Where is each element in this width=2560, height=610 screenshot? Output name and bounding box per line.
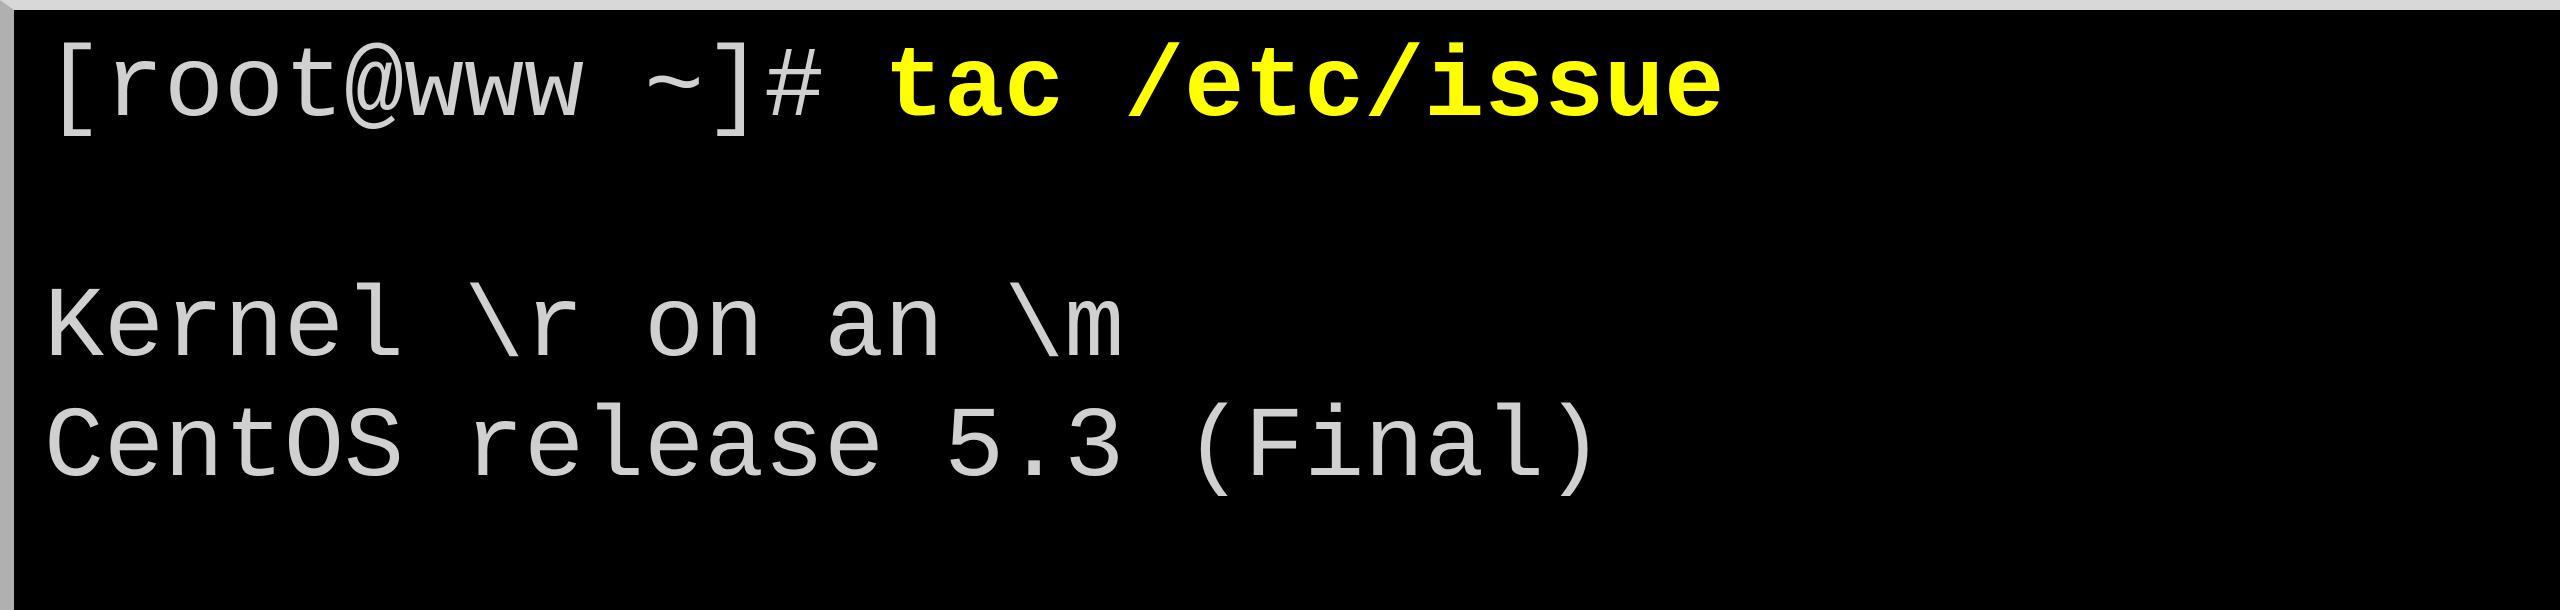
shell-prompt: [root@www ~]#	[44, 33, 884, 146]
output-line-2: CentOS release 5.3 (Final)	[44, 393, 1604, 506]
terminal-content[interactable]: [root@www ~]# tac /etc/issue Kernel \r o…	[14, 10, 2560, 610]
terminal-window: [root@www ~]# tac /etc/issue Kernel \r o…	[0, 0, 2560, 610]
command-text: tac /etc/issue	[884, 33, 1724, 146]
output-line-1: Kernel \r on an \m	[44, 273, 1124, 386]
